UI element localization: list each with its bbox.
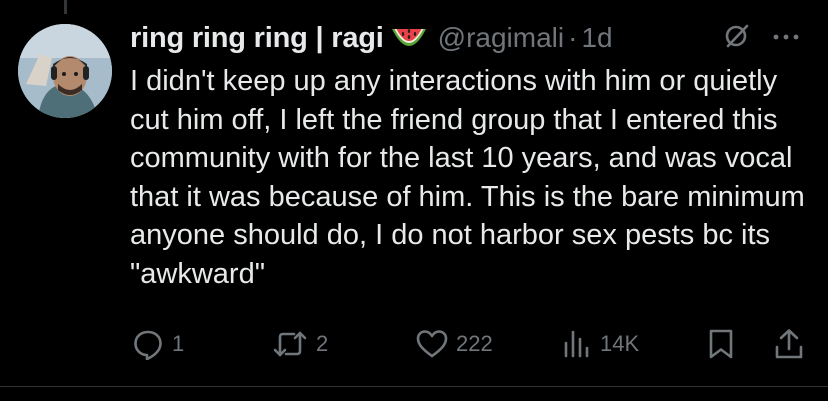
share-icon (774, 328, 804, 360)
separator-dot: · (568, 22, 578, 53)
avatar[interactable] (18, 24, 112, 118)
watermelon-emoji-icon (390, 23, 428, 53)
views-button[interactable]: 14K (562, 326, 639, 362)
like-button[interactable]: 222 (416, 326, 493, 362)
tweet-header: ring ring ring | ragi @ragimali · 1d (130, 18, 810, 58)
like-count: 222 (456, 331, 493, 356)
repost-button[interactable]: 2 (272, 326, 328, 362)
display-name[interactable]: ring ring ring | ragi (130, 22, 384, 55)
user-handle[interactable]: @ragimali (438, 22, 564, 54)
divider (0, 386, 828, 387)
reply-count: 1 (172, 331, 185, 356)
reply-icon (132, 328, 164, 360)
share-button[interactable] (774, 326, 804, 362)
bookmark-icon (708, 328, 734, 360)
more-icon[interactable] (772, 29, 800, 47)
views-icon (562, 329, 592, 359)
header-actions (722, 18, 800, 58)
views-count: 14K (600, 331, 640, 356)
reply-button[interactable]: 1 (132, 326, 184, 362)
heart-icon (416, 329, 448, 359)
bookmark-button[interactable] (708, 326, 734, 362)
tweet-actions: 1 2 222 14K (130, 326, 812, 362)
repost-icon (272, 329, 308, 359)
thread-connector-line (64, 0, 67, 14)
avatar-photo (18, 24, 112, 118)
timestamp[interactable]: 1d (581, 22, 612, 54)
grok-icon[interactable] (722, 22, 750, 55)
tweet-text: I didn't keep up any interactions with h… (130, 65, 805, 290)
repost-count: 2 (316, 331, 329, 356)
